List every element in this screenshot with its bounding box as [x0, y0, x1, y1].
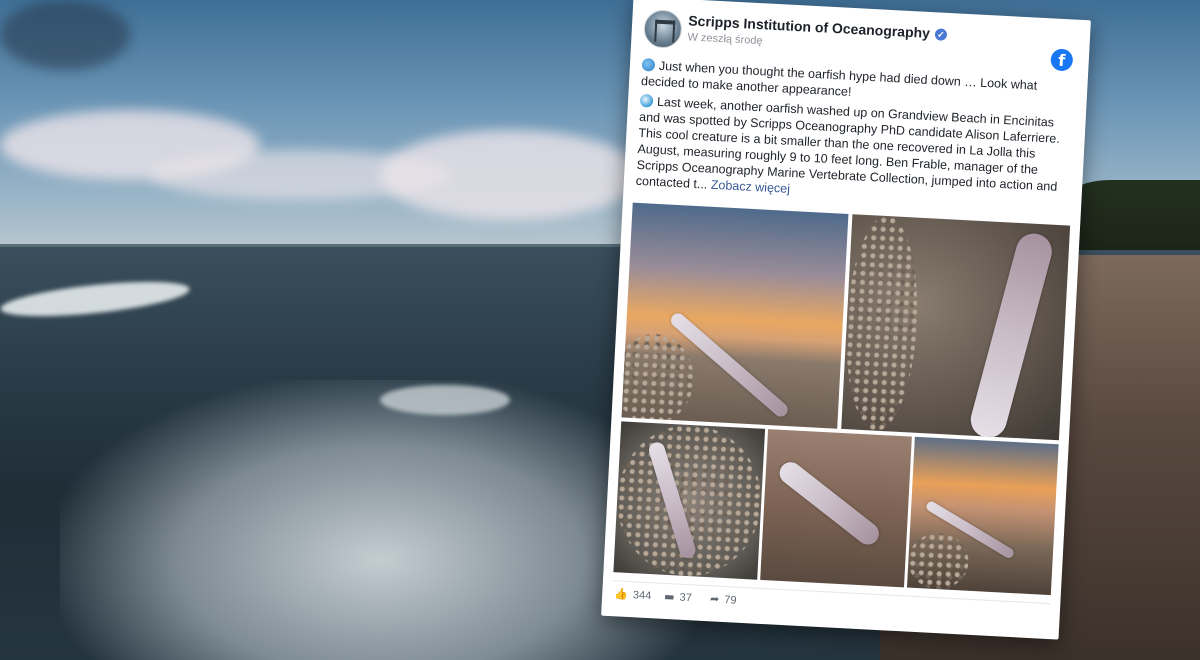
like-count[interactable]: 👍 344	[614, 587, 652, 602]
comment-count-text: 37	[679, 591, 693, 605]
verified-icon: ✓	[934, 28, 948, 41]
cloud	[380, 130, 640, 220]
like-count-text: 344	[632, 589, 652, 603]
wave-emoji-icon	[639, 93, 654, 108]
share-arrow-icon: ➦	[709, 592, 720, 606]
thumbs-up-icon: 👍	[613, 587, 629, 601]
facebook-post: Scripps Institution of Oceanography ✓ W z…	[601, 0, 1091, 640]
post-timestamp[interactable]: W zeszłą środę	[687, 31, 763, 47]
post-text: Just when you thought the oarfish hype h…	[635, 57, 1074, 215]
comment-count[interactable]: ▬ 37	[664, 590, 692, 604]
oarfish	[966, 229, 1056, 441]
pebbles	[906, 531, 970, 591]
photo-grid	[613, 202, 1071, 596]
see-more-link[interactable]: Zobacz więcej	[710, 178, 790, 196]
comment-icon: ▬	[663, 589, 675, 604]
facebook-logo-icon: f	[1050, 48, 1074, 72]
post-paragraph-2: Last week, another oarfish washed up on …	[635, 93, 1071, 211]
photo-2[interactable]	[841, 214, 1071, 441]
cloud	[0, 0, 130, 70]
share-count-text: 79	[723, 594, 737, 607]
pebbles	[841, 214, 923, 433]
share-count[interactable]: ➦ 79	[710, 592, 737, 606]
oarfish	[775, 457, 884, 549]
foam	[60, 380, 700, 660]
photo-1[interactable]	[621, 202, 849, 429]
fish-emoji-icon	[641, 57, 656, 72]
photo-4[interactable]	[760, 429, 912, 588]
photo-3[interactable]	[613, 421, 766, 580]
avatar[interactable]	[642, 9, 683, 49]
pebbles	[621, 331, 696, 427]
paragraph-2-text: Last week, another oarfish washed up on …	[635, 94, 1061, 194]
photo-5[interactable]	[906, 436, 1059, 596]
